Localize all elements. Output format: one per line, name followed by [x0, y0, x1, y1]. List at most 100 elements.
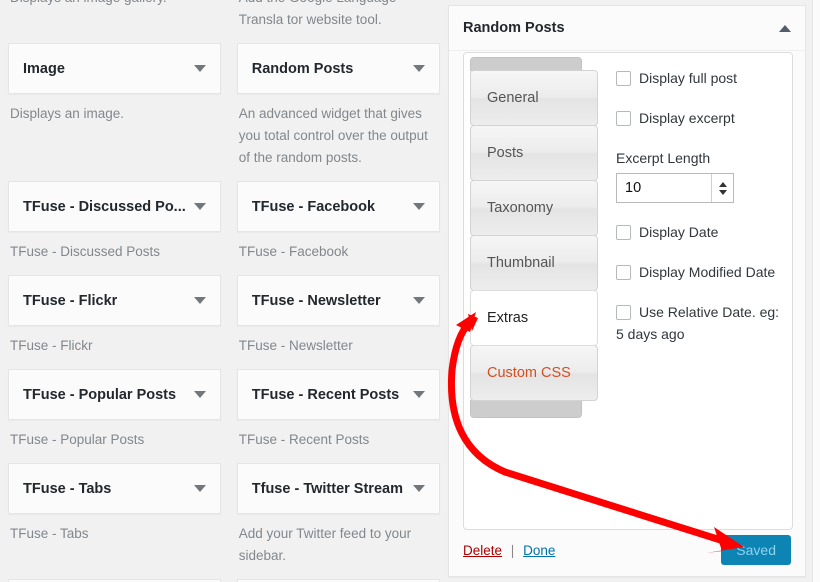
- field-display-excerpt[interactable]: Display excerpt: [616, 107, 782, 129]
- widget-panel-title: Random Posts: [463, 20, 565, 36]
- field-excerpt-length: Excerpt Length 10: [616, 147, 782, 203]
- open-widget-panel: Random Posts General Posts Taxonomy Thum…: [448, 5, 806, 577]
- widget-card-title: TFuse - Discussed Po...: [23, 198, 186, 215]
- widget-card-title: TFuse - Newsletter: [251, 292, 381, 309]
- checkbox-use-relative-date[interactable]: [616, 305, 631, 320]
- delete-link[interactable]: Delete: [463, 543, 502, 558]
- tab-extras[interactable]: Extras: [470, 290, 598, 346]
- chevron-down-icon[interactable]: [193, 391, 206, 398]
- chevron-up-icon[interactable]: [779, 24, 791, 32]
- widget-card-tfuse-recent-posts[interactable]: TFuse - Recent Posts: [236, 369, 440, 420]
- widget-card-description: TFuse - Newsletter: [238, 338, 353, 353]
- chevron-down-icon[interactable]: [193, 297, 206, 304]
- widget-card-description: An advanced widget that gives you total …: [238, 106, 428, 165]
- widget-card-tfuse-discussed-posts[interactable]: TFuse - Discussed Po...: [8, 181, 221, 232]
- widget-settings-body: General Posts Taxonomy Thumbnail Extras …: [463, 52, 793, 530]
- stepper-down-icon[interactable]: [718, 189, 727, 195]
- done-link[interactable]: Done: [523, 543, 555, 558]
- right-column-sliver: [812, 0, 820, 582]
- tab-label: Taxonomy: [487, 200, 554, 216]
- tab-label: Posts: [487, 145, 524, 161]
- widget-card-title: TFuse - Recent Posts: [251, 386, 400, 403]
- widget-cell: TFuse - Tabs TFuse - Tabs: [8, 451, 221, 567]
- chevron-down-icon[interactable]: [193, 203, 206, 210]
- checkbox-display-excerpt[interactable]: [616, 111, 631, 126]
- field-display-modified-date[interactable]: Display Modified Date: [616, 261, 782, 283]
- field-display-date[interactable]: Display Date: [616, 221, 782, 243]
- number-stepper[interactable]: [711, 174, 733, 202]
- widget-card-title: TFuse - Facebook: [251, 198, 376, 215]
- widget-card-tfuse-tabs[interactable]: TFuse - Tabs: [8, 463, 221, 514]
- field-display-full-post[interactable]: Display full post: [616, 67, 782, 89]
- widget-cell: TFuse - Discussed Po... TFuse - Discusse…: [8, 169, 221, 263]
- tab-general[interactable]: General: [470, 70, 598, 126]
- tab-custom-css[interactable]: Custom CSS: [470, 345, 598, 401]
- widget-card-title: TFuse - Popular Posts: [23, 386, 177, 403]
- widget-card-tfuse-popular-posts[interactable]: TFuse - Popular Posts: [8, 369, 221, 420]
- chevron-down-icon[interactable]: [413, 203, 425, 210]
- available-widgets-grid: Displays an image gallery. Add the Googl…: [0, 0, 448, 582]
- widget-cell: Tfuse - Twitter Stream Add your Twitter …: [236, 451, 440, 567]
- widget-card-description: Displays an image.: [10, 106, 125, 121]
- settings-tab-rail: General Posts Taxonomy Thumbnail Extras …: [470, 57, 598, 418]
- widget-card-title: TFuse - Tabs: [23, 480, 112, 497]
- field-label: Display excerpt: [639, 110, 735, 126]
- field-label: Display Modified Date: [639, 264, 776, 280]
- tab-thumbnail[interactable]: Thumbnail: [470, 235, 598, 291]
- widget-card-title: Tfuse - Twitter Stream: [251, 480, 403, 497]
- widget-card-description: TFuse - Facebook: [238, 244, 349, 259]
- widget-card-random-posts[interactable]: Random Posts: [236, 43, 440, 94]
- widget-cell: Random Posts An advanced widget that giv…: [236, 31, 440, 169]
- widget-cell-cutoff-right: Add the Google Language Transla tor webs…: [237, 0, 440, 31]
- tab-rail-foot: [470, 400, 582, 418]
- stepper-up-icon[interactable]: [718, 181, 727, 187]
- tab-label: General: [487, 90, 539, 106]
- widget-card-description: Add your Twitter feed to your sidebar.: [238, 526, 412, 563]
- checkbox-display-modified-date[interactable]: [616, 265, 631, 280]
- widget-description-cutoff: Add the Google Language Transla tor webs…: [238, 0, 397, 27]
- excerpt-length-value[interactable]: 10: [617, 174, 711, 202]
- widget-card-title: Image: [23, 60, 65, 77]
- excerpt-length-input[interactable]: 10: [616, 173, 734, 203]
- widget-cell: TFuse - Flickr TFuse - Flickr: [8, 263, 221, 357]
- field-label: Display full post: [639, 70, 738, 86]
- widget-card-tfuse-flickr[interactable]: TFuse - Flickr: [8, 275, 221, 326]
- widget-cell: TFuse - Popular Posts TFuse - Popular Po…: [8, 357, 221, 451]
- widget-card-image[interactable]: Image: [8, 43, 221, 94]
- footer-separator: |: [510, 542, 515, 558]
- widget-description-cutoff: Displays an image gallery.: [8, 0, 221, 9]
- widget-card-description: TFuse - Popular Posts: [10, 432, 145, 447]
- widget-cell: TFuse - Recent Posts TFuse - Recent Post…: [236, 357, 440, 451]
- field-label: Display Date: [639, 224, 719, 240]
- tab-posts[interactable]: Posts: [470, 125, 598, 181]
- widgets-admin-screen: Displays an image gallery. Add the Googl…: [0, 0, 820, 582]
- widget-cell: TFuse Archives A monthly archive of your…: [8, 567, 221, 582]
- tab-label: Custom CSS: [487, 365, 571, 381]
- chevron-down-icon[interactable]: [413, 391, 425, 398]
- widget-card-description: TFuse - Flickr: [10, 338, 93, 353]
- widget-grid-inner: Displays an image gallery. Add the Googl…: [8, 0, 440, 582]
- tab-rail-cap: [470, 57, 582, 71]
- extras-tab-fields: Display full post Display excerpt Excerp…: [616, 67, 782, 363]
- widget-panel-footer: Delete | Done Saved: [463, 534, 791, 566]
- widget-card-title: Random Posts: [251, 60, 354, 77]
- footer-links: Delete | Done: [463, 543, 555, 558]
- chevron-down-icon[interactable]: [413, 297, 425, 304]
- chevron-down-icon[interactable]: [193, 65, 206, 72]
- save-button[interactable]: Saved: [721, 535, 791, 565]
- widget-card-title: TFuse - Flickr: [23, 292, 118, 309]
- widget-cell-cutoff-left: Displays an image gallery.: [8, 0, 221, 31]
- widget-card-tfuse-newsletter[interactable]: TFuse - Newsletter: [236, 275, 440, 326]
- checkbox-display-date[interactable]: [616, 225, 631, 240]
- tab-taxonomy[interactable]: Taxonomy: [470, 180, 598, 236]
- tab-label: Extras: [487, 310, 529, 326]
- widget-card-description: TFuse - Tabs: [10, 526, 89, 541]
- checkbox-display-full-post[interactable]: [616, 71, 631, 86]
- widget-panel-header[interactable]: Random Posts: [449, 6, 805, 51]
- chevron-down-icon[interactable]: [413, 65, 425, 72]
- chevron-down-icon[interactable]: [413, 485, 425, 492]
- widget-card-tfuse-facebook[interactable]: TFuse - Facebook: [236, 181, 440, 232]
- chevron-down-icon[interactable]: [193, 485, 206, 492]
- widget-card-tfuse-twitter-stream[interactable]: Tfuse - Twitter Stream: [236, 463, 440, 514]
- field-use-relative-date[interactable]: Use Relative Date. eg: 5 days ago: [616, 301, 782, 345]
